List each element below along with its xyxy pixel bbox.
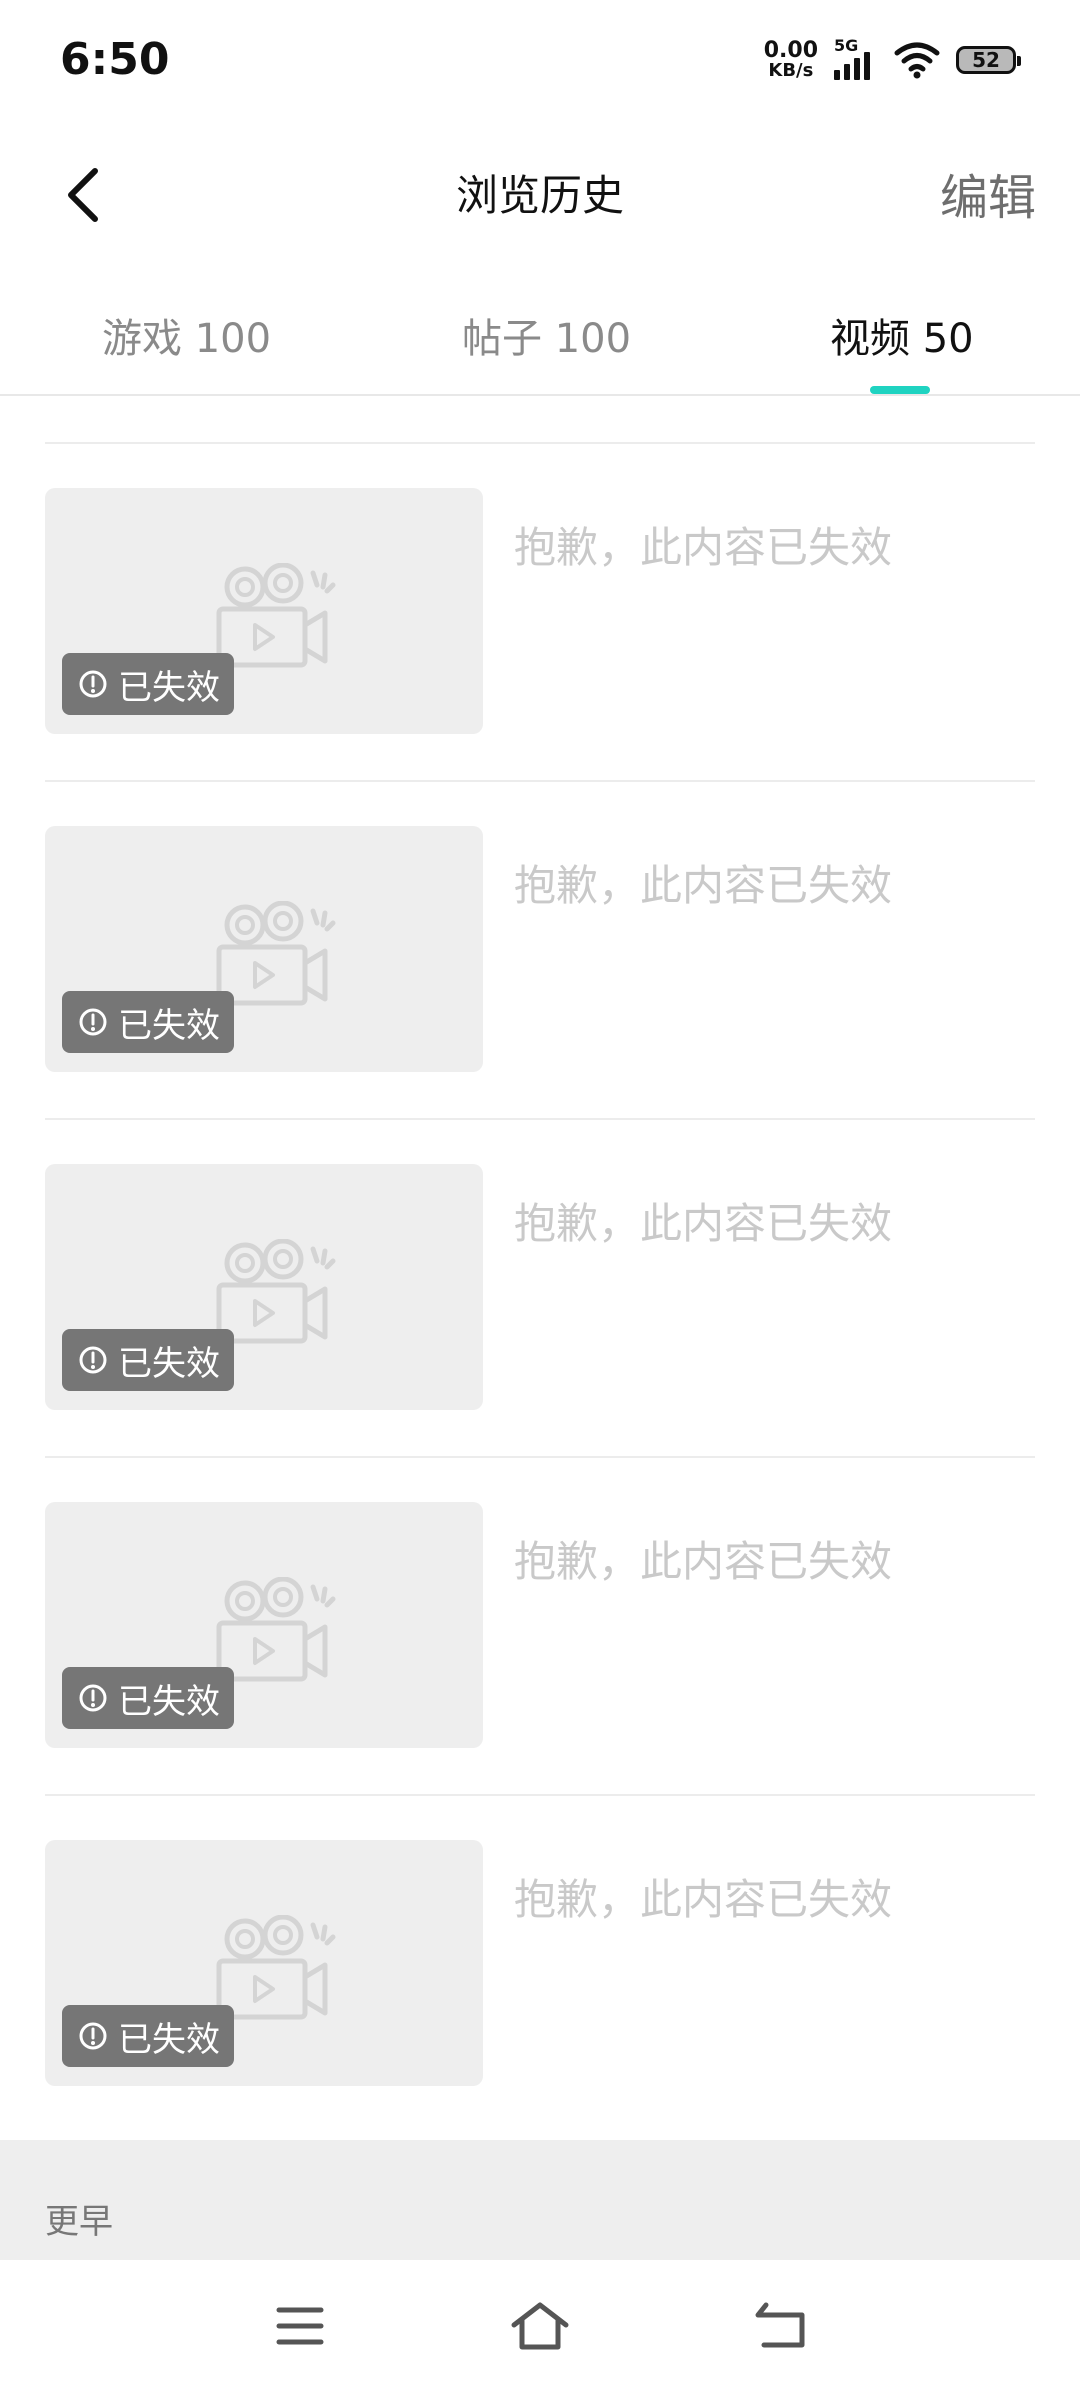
expired-badge-label: 已失效 bbox=[118, 1005, 220, 1046]
nav-back-button[interactable] bbox=[745, 2296, 815, 2356]
video-thumbnail: 已失效 bbox=[45, 1840, 483, 2086]
title-bar: 浏览历史 编辑 bbox=[0, 130, 1080, 260]
nav-home-button[interactable] bbox=[505, 2296, 575, 2356]
tab-videos[interactable]: 视频 50 bbox=[830, 306, 974, 364]
item-title: 抱歉，此内容已失效 bbox=[514, 523, 893, 572]
warning-icon bbox=[79, 1346, 107, 1374]
expired-badge: 已失效 bbox=[62, 1329, 234, 1391]
expired-badge-label: 已失效 bbox=[118, 1681, 220, 1722]
expired-badge-label: 已失效 bbox=[118, 1343, 220, 1384]
list-item[interactable]: 已失效 抱歉，此内容已失效 bbox=[0, 1794, 1080, 2132]
edit-button[interactable]: 编辑 bbox=[940, 158, 1036, 228]
home-icon bbox=[511, 2302, 569, 2350]
video-thumbnail: 已失效 bbox=[45, 1164, 483, 1410]
wifi-icon bbox=[894, 42, 940, 79]
warning-icon bbox=[79, 1008, 107, 1036]
list-item[interactable]: 已失效 抱歉，此内容已失效 bbox=[0, 780, 1080, 1118]
video-thumbnail: 已失效 bbox=[45, 826, 483, 1072]
warning-icon bbox=[79, 2022, 107, 2050]
expired-badge: 已失效 bbox=[62, 2005, 234, 2067]
list-item[interactable]: 已失效 抱歉，此内容已失效 bbox=[0, 1118, 1080, 1456]
tab-games[interactable]: 游戏 100 bbox=[102, 306, 271, 364]
system-nav-bar bbox=[0, 2260, 1080, 2392]
expired-badge: 已失效 bbox=[62, 991, 234, 1053]
item-title: 抱歉，此内容已失效 bbox=[514, 1537, 893, 1586]
network-speed: 0.00 KB/s bbox=[764, 40, 818, 80]
expired-badge-label: 已失效 bbox=[118, 667, 220, 708]
status-icons: 0.00 KB/s 5G 52 bbox=[764, 38, 1021, 82]
tab-posts[interactable]: 帖子 100 bbox=[462, 306, 631, 364]
video-thumbnail: 已失效 bbox=[45, 1502, 483, 1748]
earlier-section-header: 更早 bbox=[0, 2140, 1080, 2260]
nav-menu-button[interactable] bbox=[265, 2296, 335, 2356]
item-title: 抱歉，此内容已失效 bbox=[514, 861, 893, 910]
warning-icon bbox=[79, 1684, 107, 1712]
expired-badge: 已失效 bbox=[62, 1667, 234, 1729]
active-tab-indicator bbox=[870, 386, 930, 394]
status-bar: 6:50 0.00 KB/s 5G 52 bbox=[0, 0, 1080, 130]
expired-badge-label: 已失效 bbox=[118, 2019, 220, 2060]
item-title: 抱歉，此内容已失效 bbox=[514, 1199, 893, 1248]
list-item[interactable]: 已失效 抱歉，此内容已失效 bbox=[0, 1456, 1080, 1794]
earlier-section-label: 更早 bbox=[45, 2202, 113, 2242]
page-title: 浏览历史 bbox=[455, 171, 624, 220]
menu-icon bbox=[276, 2307, 324, 2345]
warning-icon bbox=[79, 670, 107, 698]
network-speed-unit: KB/s bbox=[768, 60, 814, 81]
status-time: 6:50 bbox=[60, 34, 170, 85]
tab-bar: 游戏 100 帖子 100 视频 50 bbox=[0, 260, 1080, 396]
list-item[interactable]: 已失效 抱歉，此内容已失效 bbox=[0, 442, 1080, 780]
back-icon bbox=[755, 2302, 805, 2348]
item-title: 抱歉，此内容已失效 bbox=[514, 1875, 893, 1924]
network-speed-value: 0.00 bbox=[763, 38, 818, 63]
battery-level: 52 bbox=[972, 48, 1000, 72]
expired-badge: 已失效 bbox=[62, 653, 234, 715]
battery-icon: 52 bbox=[956, 46, 1021, 74]
video-thumbnail: 已失效 bbox=[45, 488, 483, 734]
cellular-signal-icon: 5G bbox=[834, 38, 878, 82]
